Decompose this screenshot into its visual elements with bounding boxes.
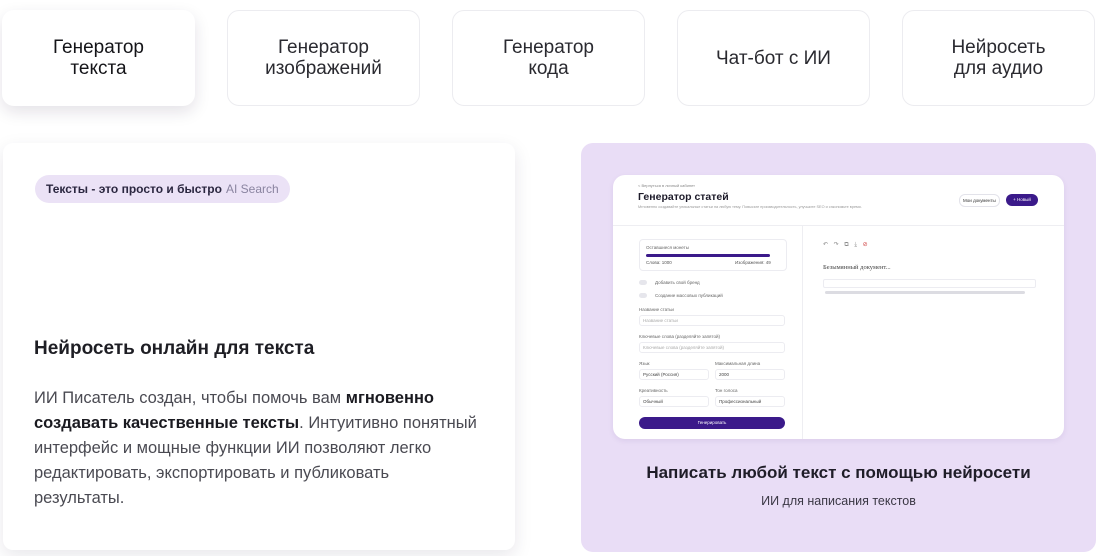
- credits-progress: [646, 254, 770, 257]
- my-docs-button: Мои документы: [959, 194, 1000, 207]
- editor-undo-redo-icons: ↶ ↷ ⧉ ⤓ ⊘: [823, 242, 870, 248]
- preview-card: < Вернуться в личный кабинет Генератор с…: [581, 143, 1096, 552]
- tab-label: Чат-бот с ИИ: [716, 47, 831, 69]
- tone-label: Тон голоса: [715, 388, 738, 393]
- maxlen-input: 2000: [715, 369, 785, 380]
- editor-scrollbar: [825, 291, 1025, 294]
- preview-description: Мгновенно создавайте уникальные статьи н…: [638, 205, 862, 209]
- tagline-text: Тексты - это просто и быстро: [46, 182, 222, 196]
- document-title: Безымянный документ...: [823, 264, 891, 271]
- tagline-badge: Тексты - это просто и быстро AI Search: [35, 175, 290, 203]
- tab-image-generator[interactable]: Генератор изображений: [227, 10, 420, 106]
- tab-ai-chatbot[interactable]: Чат-бот с ИИ: [677, 10, 870, 106]
- keywords-input: Ключевые слова (разделяйте запятой): [639, 342, 785, 353]
- editor-toolbar: [823, 279, 1036, 288]
- creativity-label: Креативность: [639, 388, 668, 393]
- bulk-toggle: [639, 293, 647, 298]
- column-divider: [802, 226, 803, 439]
- credits-box: Оставшиеся монеты Слова: 1000 Изображени…: [639, 239, 787, 271]
- article-title-input: Название статьи: [639, 315, 785, 326]
- tab-label: Генератор текста: [53, 37, 144, 79]
- tone-select: Профессиональный: [715, 396, 785, 407]
- new-button: + Новый: [1006, 194, 1038, 206]
- tab-label: Нейросеть для аудио: [951, 37, 1046, 79]
- tab-label: Генератор кода: [503, 37, 594, 79]
- preview-title: Генератор статей: [638, 191, 729, 203]
- generate-button: Генерировать: [639, 417, 785, 429]
- tab-audio-ai[interactable]: Нейросеть для аудио: [902, 10, 1095, 106]
- brand-toggle: [639, 280, 647, 285]
- creativity-select: Обычный: [639, 396, 709, 407]
- tab-label: Генератор изображений: [265, 37, 382, 79]
- maxlen-label: Максимальная длина: [715, 361, 761, 366]
- feature-card: Тексты - это просто и быстро AI Search Н…: [3, 143, 515, 550]
- card-title: Нейросеть онлайн для текста: [34, 338, 315, 359]
- images-value: Изображения: 49: [735, 260, 771, 265]
- language-select: Русский (Россия): [639, 369, 709, 380]
- ai-search-text: AI Search: [225, 182, 279, 196]
- brand-toggle-label: Добавить свой бренд: [655, 280, 700, 285]
- desc-text: ИИ Писатель создан, чтобы помочь вам: [34, 389, 346, 407]
- preview-caption-title: Написать любой текст с помощью нейросети: [646, 463, 1031, 482]
- language-label: Язык: [639, 361, 650, 366]
- tab-text-generator[interactable]: Генератор текста: [2, 10, 195, 106]
- card-description: ИИ Писатель создан, чтобы помочь вам мгн…: [34, 386, 484, 511]
- bulk-toggle-label: Создание массовых публикаций: [655, 293, 723, 298]
- article-title-label: Название статьи: [639, 307, 674, 312]
- divider: [613, 225, 1064, 226]
- words-value: Слова: 1000: [646, 260, 672, 265]
- tab-code-generator[interactable]: Генератор кода: [452, 10, 645, 106]
- back-link: < Вернуться в личный кабинет: [638, 183, 696, 188]
- credits-label: Оставшиеся монеты: [646, 245, 689, 250]
- keywords-label: Ключевые слова (разделяйте запятой): [639, 334, 720, 339]
- preview-caption-subtitle: ИИ для написания текстов: [761, 494, 916, 508]
- app-preview-screenshot: < Вернуться в личный кабинет Генератор с…: [613, 175, 1064, 439]
